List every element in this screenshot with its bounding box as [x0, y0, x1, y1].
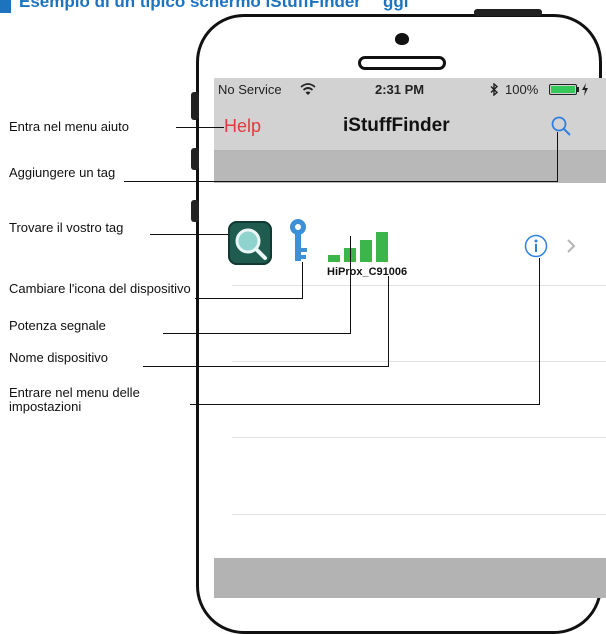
callout-device-name: Nome dispositivo — [9, 350, 108, 365]
leader-line-signal — [163, 333, 351, 334]
page-heading: Esempio di un tipico schermo iStuffFinde… — [19, 0, 361, 11]
row-separator — [232, 285, 606, 286]
page-heading-tail: ggi — [383, 0, 409, 11]
clock: 2:31 PM — [375, 82, 425, 97]
leader-line-change-icon-vertical — [302, 262, 303, 299]
status-bar: No Service 2:31 PM 100% — [214, 78, 606, 101]
magnifier-app-icon[interactable] — [228, 221, 272, 265]
leader-line-signal-vertical — [350, 236, 351, 334]
device-name: HiProx_C91006 — [327, 266, 408, 278]
signal-bar-3 — [360, 240, 372, 262]
volume-down-button — [191, 200, 199, 222]
leader-line-device-name-vertical — [388, 276, 389, 367]
row-separator — [232, 437, 606, 438]
battery-percentage: 100% — [505, 82, 539, 97]
leader-line-settings-vertical — [539, 258, 540, 405]
signal-strength-icon — [328, 232, 388, 262]
callout-help: Entra nel menu aiuto — [9, 119, 129, 134]
leader-line-device-name — [143, 366, 389, 367]
leader-line-add-tag-vertical — [557, 132, 558, 182]
battery-icon — [549, 84, 577, 95]
chevron-right-icon — [567, 239, 576, 253]
bottom-toolbar — [214, 558, 606, 598]
section-marker — [0, 0, 11, 13]
bluetooth-icon — [490, 83, 499, 96]
device-row[interactable]: HiProx_C91006 — [214, 218, 606, 286]
row-separator — [232, 514, 606, 515]
callout-signal: Potenza segnale — [9, 318, 106, 333]
section-band — [214, 151, 606, 183]
leader-line-settings — [190, 404, 540, 405]
leader-line-change-icon — [195, 298, 303, 299]
signal-bar-4 — [376, 232, 388, 262]
charging-icon — [582, 83, 588, 96]
signal-bar-1 — [328, 255, 340, 262]
wifi-icon — [300, 83, 316, 95]
key-icon[interactable] — [288, 218, 310, 266]
app-screen: No Service 2:31 PM 100% Help iStuffFinde… — [214, 78, 606, 598]
silent-switch — [191, 92, 199, 120]
info-icon[interactable] — [524, 234, 548, 258]
app-title: iStuffFinder — [343, 115, 450, 136]
callout-settings: Entrare nel menu delle impostazioni — [9, 385, 140, 414]
power-button — [474, 9, 542, 16]
help-button[interactable]: Help — [224, 116, 261, 137]
volume-up-button — [191, 148, 199, 170]
callout-find-tag: Trovare il vostro tag — [9, 220, 124, 235]
row-separator — [232, 361, 606, 362]
earpiece-speaker — [358, 56, 446, 70]
nav-bar: Help iStuffFinder — [214, 101, 606, 150]
callout-change-icon: Cambiare l'icona del dispositivo — [9, 281, 191, 296]
callout-add-tag: Aggiungere un tag — [9, 165, 116, 180]
carrier-label: No Service — [218, 82, 282, 97]
leader-line-find-tag — [150, 234, 228, 235]
leader-line-add-tag — [124, 181, 558, 182]
search-icon[interactable] — [550, 115, 572, 137]
battery-tip — [577, 87, 579, 92]
leader-line-help — [176, 127, 224, 128]
front-camera — [395, 33, 409, 45]
